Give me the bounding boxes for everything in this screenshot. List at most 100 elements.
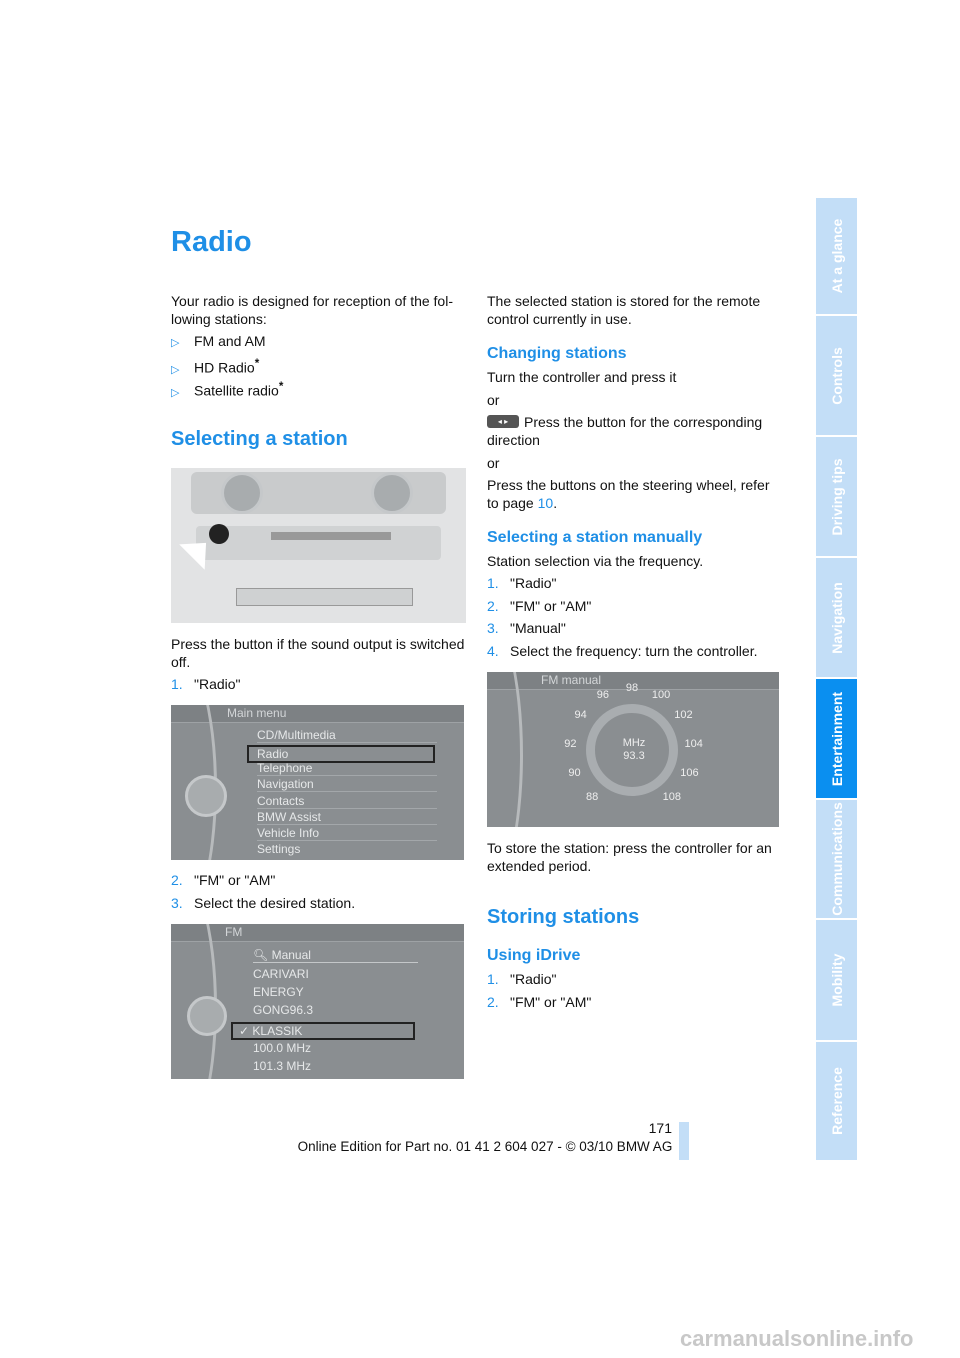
- section-heading: Storing stations: [487, 906, 640, 928]
- tab-communications[interactable]: Communications: [816, 800, 857, 918]
- radio-panel-illustration: [171, 468, 466, 623]
- step: 3. "Manual": [487, 619, 566, 637]
- menu-item: GONG96.3: [253, 1003, 314, 1017]
- dial-scale-label: 106: [680, 767, 699, 780]
- tab-at-a-glance[interactable]: At a glance: [816, 198, 857, 314]
- step-number: 1.: [487, 971, 499, 987]
- intro-line-2: lowing stations:: [171, 311, 267, 327]
- dial-scale-label: 100: [651, 689, 671, 702]
- paragraph-line: Station selection via the frequency.: [487, 553, 704, 569]
- fm-station-list-screenshot: FM 🔍︎ Manual CARIVARI ENERGY GONG96.3 ✓ …: [171, 924, 464, 1079]
- paragraph-line: Press the buttons on the steering wheel,…: [487, 477, 770, 493]
- menu-item-selected: ✓ KLASSIK: [231, 1022, 415, 1040]
- step: 1. "Radio": [487, 574, 557, 592]
- tab-label: At a glance: [828, 218, 845, 294]
- dial-scale-label: 108: [662, 791, 682, 804]
- text: to page: [487, 495, 538, 511]
- or-text: or: [487, 455, 500, 471]
- screen-title: Main menu: [227, 706, 287, 720]
- tab-label: Navigation: [828, 581, 845, 654]
- main-menu-screenshot: Main menu CD/Multimedia Radio Telephone …: [171, 705, 464, 860]
- step-number: 4.: [487, 643, 499, 659]
- subsection-heading: Changing stations: [487, 345, 627, 362]
- section-heading: Selecting a station: [171, 428, 348, 450]
- step-text: "Radio": [510, 971, 557, 987]
- menu-item: BMW Assist: [257, 810, 437, 825]
- subsection-heading: Using iDrive: [487, 947, 581, 964]
- step-text: "FM" or "AM": [194, 872, 276, 888]
- search-icon: 🔍︎: [253, 948, 272, 962]
- menu-item: 100.0 MHz: [253, 1041, 312, 1055]
- step-text: "Manual": [510, 620, 566, 636]
- step-number: 3.: [171, 895, 183, 911]
- frequency-readout: MHz 93.3: [609, 737, 659, 763]
- step-number: 2.: [171, 872, 183, 888]
- menu-item: 🔍︎ Manual: [253, 948, 418, 963]
- tab-label: Mobility: [828, 953, 845, 1007]
- check-icon: ✓: [239, 1024, 253, 1038]
- tab-controls[interactable]: Controls: [816, 316, 857, 435]
- bullet-item: ▷ Satellite radio*: [171, 378, 283, 402]
- menu-item: Settings: [257, 842, 301, 856]
- manual-page: Radio Your radio is designed for recepti…: [0, 0, 960, 1358]
- subsection-heading: Selecting a station manually: [487, 529, 703, 546]
- menu-item: Navigation: [257, 777, 437, 792]
- bullet-text: HD Radio: [194, 359, 255, 376]
- dial-scale-label: 92: [564, 737, 577, 750]
- step-number: 2.: [487, 994, 499, 1010]
- tab-label: Reference: [828, 1067, 845, 1135]
- bullet-text: FM and AM: [194, 333, 266, 349]
- edition-footer: Online Edition for Part no. 01 41 2 604 …: [297, 1139, 673, 1154]
- step-text: Select the frequency: turn the controlle…: [510, 643, 758, 659]
- caption-line-1: Press the button if the sound output is …: [171, 636, 465, 652]
- step: 2. "FM" or "AM": [487, 993, 591, 1011]
- page-link[interactable]: 10: [538, 495, 554, 511]
- paragraph-line: To store the station: press the controll…: [487, 840, 772, 856]
- dial-scale-label: 102: [674, 709, 693, 722]
- step-text: "FM" or "AM": [510, 994, 592, 1010]
- page-title: Radio: [171, 226, 252, 258]
- tab-label: Communications: [828, 802, 845, 916]
- caption-line-2: off.: [171, 654, 191, 670]
- dial-scale-label: 96: [596, 689, 610, 702]
- paragraph-line: Turn the controller and press it: [487, 369, 677, 385]
- power-button: [209, 524, 229, 544]
- step-number: 3.: [487, 620, 499, 636]
- or-text: or: [487, 392, 500, 408]
- tab-driving-tips[interactable]: Driving tips: [816, 437, 857, 556]
- triangle-bullet-icon: ▷: [171, 337, 180, 349]
- menu-item: 101.3 MHz: [253, 1059, 312, 1073]
- item-text: Manual: [271, 948, 311, 962]
- tab-entertainment[interactable]: Entertainment: [816, 679, 857, 798]
- menu-item: Telephone: [257, 761, 437, 776]
- bullet-text: Satellite radio: [194, 382, 279, 399]
- unit-label: MHz: [622, 737, 646, 749]
- tab-label: Driving tips: [828, 457, 845, 536]
- tab-reference[interactable]: Reference: [816, 1042, 857, 1160]
- paragraph-line: extended period.: [487, 858, 592, 874]
- paragraph-line: direction: [487, 432, 540, 448]
- tab-mobility[interactable]: Mobility: [816, 920, 857, 1040]
- step: 4. Select the frequency: turn the control…: [487, 642, 757, 660]
- step-text: "FM" or "AM": [510, 598, 592, 614]
- menu-item: Vehicle Info: [257, 826, 437, 841]
- intro-line-1: Your radio is designed for reception of …: [171, 293, 453, 309]
- asterisk: *: [278, 380, 284, 393]
- menu-item: ENERGY: [253, 985, 304, 999]
- tab-label: Controls: [828, 346, 845, 405]
- direction-buttons-icon: ◂ ▸: [487, 415, 519, 428]
- step: 1. "Radio": [487, 970, 557, 988]
- tab-navigation[interactable]: Navigation: [816, 558, 857, 677]
- dial-scale-label: 98: [625, 682, 639, 694]
- step: 2. "FM" or "AM": [171, 871, 275, 889]
- step: 2. "FM" or "AM": [487, 597, 591, 615]
- tab-label: Entertainment: [828, 691, 845, 786]
- dial-scale-label: 104: [684, 737, 703, 750]
- step: 1. "Radio": [171, 675, 241, 693]
- dial-scale-label: 94: [574, 709, 587, 722]
- controller-icon: [185, 775, 227, 817]
- paragraph-line: The selected station is stored for the r…: [487, 293, 761, 309]
- dial-scale-label: 88: [586, 791, 599, 804]
- triangle-bullet-icon: ▷: [171, 386, 180, 399]
- menu-item: CD/Multimedia: [257, 728, 437, 743]
